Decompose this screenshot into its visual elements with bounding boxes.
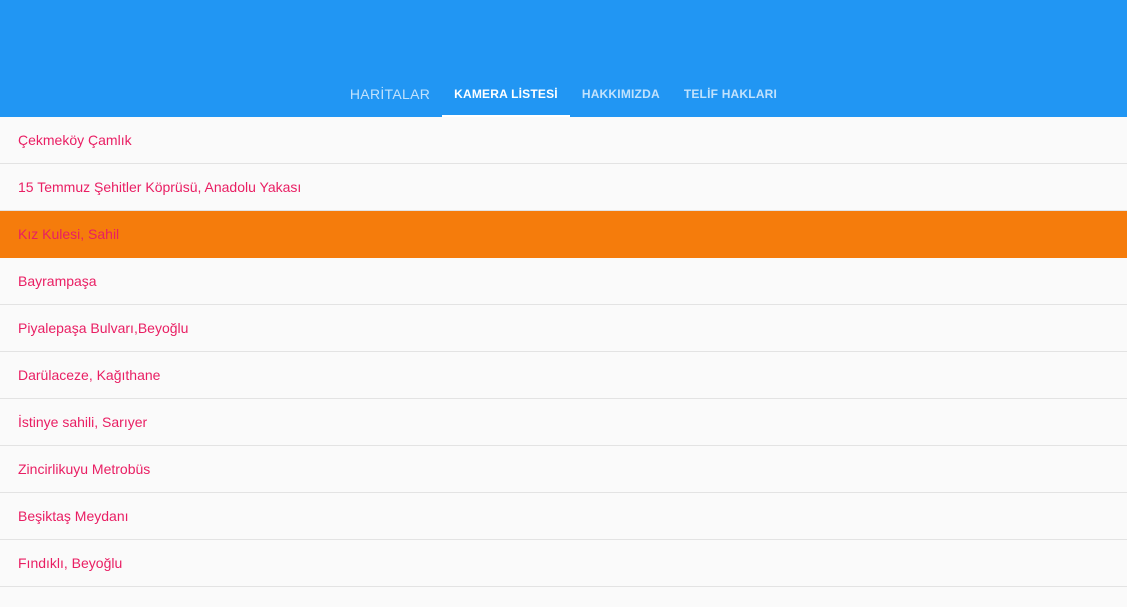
list-item[interactable]: Piyalepaşa Bulvarı,Beyoğlu — [0, 305, 1127, 352]
list-item[interactable]: Zincirlikuyu Metrobüs — [0, 446, 1127, 493]
list-item-label: 15 Temmuz Şehitler Köprüsü, Anadolu Yaka… — [18, 179, 302, 195]
tab-haritalar[interactable]: HARİTALAR — [338, 71, 442, 117]
tab-kamera-listesi[interactable]: KAMERA LİSTESİ — [442, 71, 570, 117]
camera-list[interactable]: Çekmeköy Çamlık 15 Temmuz Şehitler Köprü… — [0, 117, 1127, 607]
list-item-label: Çekmeköy Çamlık — [18, 132, 132, 148]
list-item-label: Darülaceze, Kağıthane — [18, 367, 161, 383]
list-item-label: Kız Kulesi, Sahil — [18, 226, 120, 242]
list-item-selected[interactable]: Kız Kulesi, Sahil — [0, 211, 1127, 258]
list-item[interactable]: Çekmeköy Çamlık — [0, 117, 1127, 164]
list-item[interactable] — [0, 587, 1127, 607]
list-item-label: İstinye sahili, Sarıyer — [18, 414, 148, 430]
list-item[interactable]: İstinye sahili, Sarıyer — [0, 399, 1127, 446]
tab-label: KAMERA LİSTESİ — [454, 87, 558, 101]
tab-label: HARİTALAR — [349, 86, 431, 102]
list-item-label: Piyalepaşa Bulvarı,Beyoğlu — [18, 320, 189, 336]
list-item[interactable]: 15 Temmuz Şehitler Köprüsü, Anadolu Yaka… — [0, 164, 1127, 211]
list-item-label: Beşiktaş Meydanı — [18, 508, 129, 524]
list-item[interactable]: Darülaceze, Kağıthane — [0, 352, 1127, 399]
tab-hakkimizda[interactable]: HAKKIMIZDA — [570, 71, 672, 117]
list-item-label: Bayrampaşa — [18, 273, 97, 289]
tab-label: TELİF HAKLARI — [683, 87, 778, 101]
tab-bar: HARİTALAR KAMERA LİSTESİ HAKKIMIZDA TELİ… — [0, 71, 1127, 117]
list-item-label: Zincirlikuyu Metrobüs — [18, 461, 151, 477]
list-item[interactable]: Beşiktaş Meydanı — [0, 493, 1127, 540]
list-item[interactable]: Bayrampaşa — [0, 258, 1127, 305]
tab-label: HAKKIMIZDA — [581, 87, 660, 101]
list-item[interactable]: Fındıklı, Beyoğlu — [0, 540, 1127, 587]
tab-telif-haklari[interactable]: TELİF HAKLARI — [672, 71, 789, 117]
list-item-label: Fındıklı, Beyoğlu — [18, 555, 123, 571]
app-bar: HARİTALAR KAMERA LİSTESİ HAKKIMIZDA TELİ… — [0, 0, 1127, 117]
